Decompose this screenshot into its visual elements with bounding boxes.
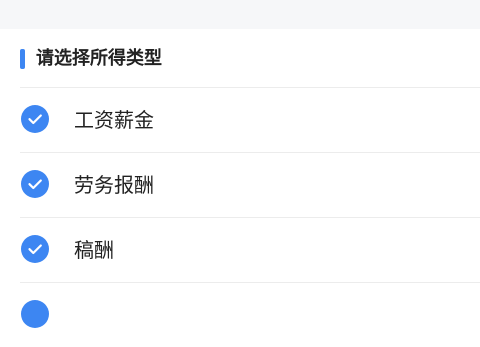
option-labor-remuneration[interactable]: 劳务报酬 bbox=[0, 153, 480, 217]
option-label: 工资薪金 bbox=[74, 108, 154, 132]
option-next-partial[interactable] bbox=[0, 283, 480, 347]
top-spacer bbox=[0, 0, 480, 29]
option-royalties[interactable]: 稿酬 bbox=[0, 218, 480, 282]
check-circle-icon[interactable] bbox=[21, 300, 49, 328]
option-label: 稿酬 bbox=[74, 238, 114, 262]
option-wages[interactable]: 工资薪金 bbox=[0, 88, 480, 152]
check-circle-icon[interactable] bbox=[21, 170, 49, 198]
section-accent-bar bbox=[20, 49, 25, 69]
option-label: 劳务报酬 bbox=[74, 173, 154, 197]
check-circle-icon[interactable] bbox=[21, 235, 49, 263]
check-circle-icon[interactable] bbox=[21, 105, 49, 133]
section-title: 请选择所得类型 bbox=[36, 48, 162, 69]
